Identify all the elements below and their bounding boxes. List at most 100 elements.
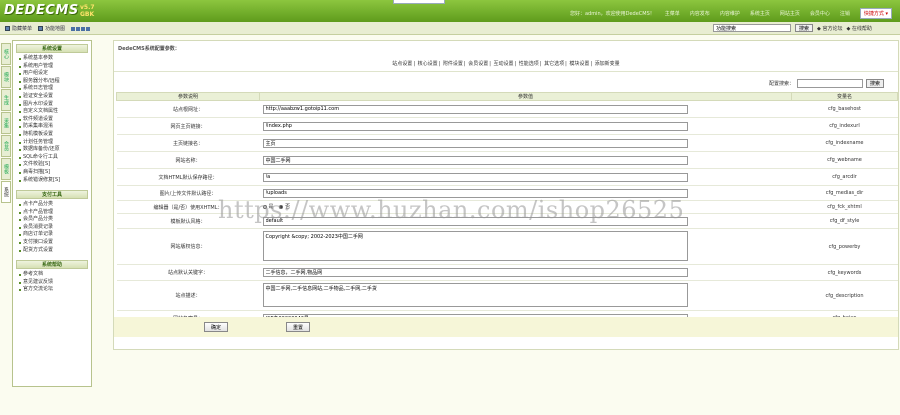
col-value: 参数值	[259, 92, 792, 101]
nav-member-center[interactable]: 会员中心	[810, 10, 830, 17]
dedecms-logo: DEDECMS	[4, 3, 79, 18]
table-row: 主页链接名： cfg_indexname	[116, 134, 898, 152]
nav-maintain[interactable]: 内容维护	[720, 10, 740, 17]
confirm-button[interactable]: 确定	[204, 322, 229, 332]
menu-item[interactable]: 商店订单记录	[13, 231, 91, 239]
menu-section-help[interactable]: 系统帮助	[16, 260, 88, 270]
toolbar-right: 搜索 ◆ 官方论坛 ◆ 在线帮助	[713, 24, 872, 32]
config-search-input[interactable]	[797, 79, 864, 88]
value-input[interactable]	[262, 104, 688, 114]
menu-section-system[interactable]: 系统设置	[16, 44, 88, 53]
table-row: 网页主页链接： cfg_indexurl	[116, 117, 898, 135]
top-nav: 您好：admin，欢迎使用DedeCMS！ 主菜单 内容发布 内容维护 系统主页…	[570, 8, 892, 19]
menu-item[interactable]: 用户组设定	[13, 70, 91, 78]
nav-system-home[interactable]: 系统主页	[750, 10, 770, 17]
page-title: DedeCMS系统配置参数：	[118, 46, 180, 52]
table-row: 网站名称： cfg_webname	[116, 151, 898, 169]
value-input[interactable]	[262, 268, 688, 277]
layout-block-icon	[71, 26, 76, 31]
tab-other[interactable]: 其它选项	[544, 61, 564, 67]
layout-icons[interactable]	[71, 26, 91, 31]
vtab-template[interactable]: 模板	[1, 158, 11, 180]
menu-item[interactable]: 官方交流论坛	[13, 286, 91, 294]
menu-item[interactable]: 点卡产品分类	[13, 201, 91, 209]
col-var: 变量名	[791, 92, 898, 101]
config-panel: DedeCMS系统配置参数： 站点设置| 核心设置| 附件设置| 会员设置| 互…	[113, 40, 899, 350]
table-row: 站点根网址： cfg_basehost	[116, 100, 898, 118]
welcome-text: 您好：admin，欢迎使用DedeCMS！	[569, 11, 655, 17]
table-row: 站点描述： 中国二手网,二手信息网站,二手物品,二手网,二手货 cfg_desc…	[116, 280, 898, 311]
toolbar-left: 隐藏菜单 功能地图	[5, 25, 91, 32]
value-input[interactable]	[262, 138, 688, 148]
top-header: DEDECMS v5.7 GBK 您好：admin，欢迎使用DedeCMS！ 主…	[0, 0, 900, 22]
top-input[interactable]	[393, 0, 445, 4]
menu-item[interactable]: 参考文档	[13, 271, 91, 279]
nav-site-home[interactable]: 网站主页	[780, 10, 800, 17]
vtab-generate[interactable]: 生成	[1, 89, 11, 111]
menu-item[interactable]: 自定义文档属性	[13, 108, 91, 116]
nav-publish[interactable]: 内容发布	[690, 10, 710, 17]
form-buttons: 确定 重置	[114, 317, 898, 337]
search-button[interactable]: 搜索	[795, 24, 814, 32]
menu-item[interactable]: 文件校验[S]	[13, 161, 91, 169]
menu-item[interactable]: 配货方式设置	[13, 247, 91, 255]
vtab-member[interactable]: 会员	[1, 135, 11, 157]
menu-item[interactable]: 验证安全设置	[13, 93, 91, 101]
tab-modules[interactable]: 模块设置	[569, 61, 589, 67]
logo-version: v5.7	[80, 4, 95, 11]
logo-sub: GBK	[80, 11, 95, 18]
config-search-button[interactable]: 搜索	[866, 79, 885, 88]
menu-item[interactable]: 支付接口设置	[13, 239, 91, 247]
nav-main-menu[interactable]: 主菜单	[665, 10, 680, 17]
tab-performance[interactable]: 性能选项	[519, 61, 539, 67]
value-input[interactable]	[262, 172, 688, 182]
vtab-core[interactable]: 核心	[1, 43, 11, 65]
menu-item[interactable]: 病毒扫描[S]	[13, 169, 91, 177]
vtab-module[interactable]: 模块	[1, 66, 11, 88]
menu-item[interactable]: 系统基本参数	[13, 55, 91, 63]
table-row: 文档HTML默认保存路径： cfg_arcdir	[116, 168, 898, 186]
function-map-button[interactable]: 功能地图	[38, 25, 65, 32]
tab-member[interactable]: 会员设置	[468, 61, 488, 67]
menu-item[interactable]: 系统日志管理	[13, 85, 91, 93]
tab-attachment[interactable]: 附件设置	[443, 61, 463, 67]
col-desc: 参数说明	[116, 92, 260, 101]
function-search-input[interactable]	[713, 24, 791, 32]
layout-block-icon	[86, 26, 91, 31]
layout-block-icon	[76, 26, 81, 31]
toolbar: 隐藏菜单 功能地图 搜索 ◆ 官方论坛 ◆ 在线帮助	[0, 22, 900, 35]
tab-add-variable[interactable]: 添加新变量	[595, 61, 620, 67]
menu-item[interactable]: 会员产品分类	[13, 216, 91, 224]
value-input[interactable]	[262, 155, 688, 165]
tab-core[interactable]: 核心设置	[418, 61, 438, 67]
vtab-system[interactable]: 系统	[1, 181, 11, 203]
map-icon	[38, 26, 44, 31]
tab-site[interactable]: 站点设置	[392, 61, 412, 67]
help-link[interactable]: ◆ 在线帮助	[846, 25, 871, 32]
value-textarea[interactable]: Copyright &copy; 2002-2023中国二手网	[262, 230, 688, 261]
menu-item[interactable]: 数据库备份/还原	[13, 146, 91, 154]
hide-menu-button[interactable]: 隐藏菜单	[5, 25, 32, 32]
watermark: https://www.huzhan.com/ishop26525	[218, 196, 685, 224]
tab-interaction[interactable]: 互动设置	[493, 61, 513, 67]
vtab-collect[interactable]: 采集	[1, 112, 11, 134]
value-input[interactable]	[262, 121, 688, 131]
reset-button[interactable]: 重置	[286, 322, 311, 332]
table-row: 站点默认关键字： cfg_keywords	[116, 264, 898, 281]
menu-item[interactable]: 计划任务管理	[13, 139, 91, 147]
config-search-label: 配置搜索：	[769, 81, 795, 87]
forum-link[interactable]: ◆ 官方论坛	[817, 25, 842, 32]
left-menu: 系统设置 系统基本参数 系统用户管理 用户组设定 服务器分布/远程 系统日志管理…	[12, 40, 92, 387]
menu-section-payment[interactable]: 支付工具	[16, 190, 88, 200]
menu-item[interactable]: 系统错误修复[S]	[13, 177, 91, 185]
value-textarea[interactable]: 中国二手网,二手信息网站,二手物品,二手网,二手货	[262, 282, 688, 307]
nav-logout[interactable]: 注销	[840, 10, 850, 17]
config-search: 配置搜索： 搜索	[769, 79, 885, 88]
menu-icon	[5, 26, 10, 31]
shortcut-select[interactable]: 快捷方式 ▾	[859, 8, 892, 19]
table-header: 参数说明 参数值 变量名	[116, 92, 898, 101]
config-tabs: 站点设置| 核心设置| 附件设置| 会员设置| 互动设置| 性能选项| 其它选项…	[392, 61, 620, 67]
menu-item[interactable]: 随机模板设置	[13, 131, 91, 139]
module-tabs: 核心 模块 生成 采集 会员 模板 系统	[1, 43, 11, 204]
menu-item[interactable]: 防采集串混淆	[13, 123, 91, 131]
